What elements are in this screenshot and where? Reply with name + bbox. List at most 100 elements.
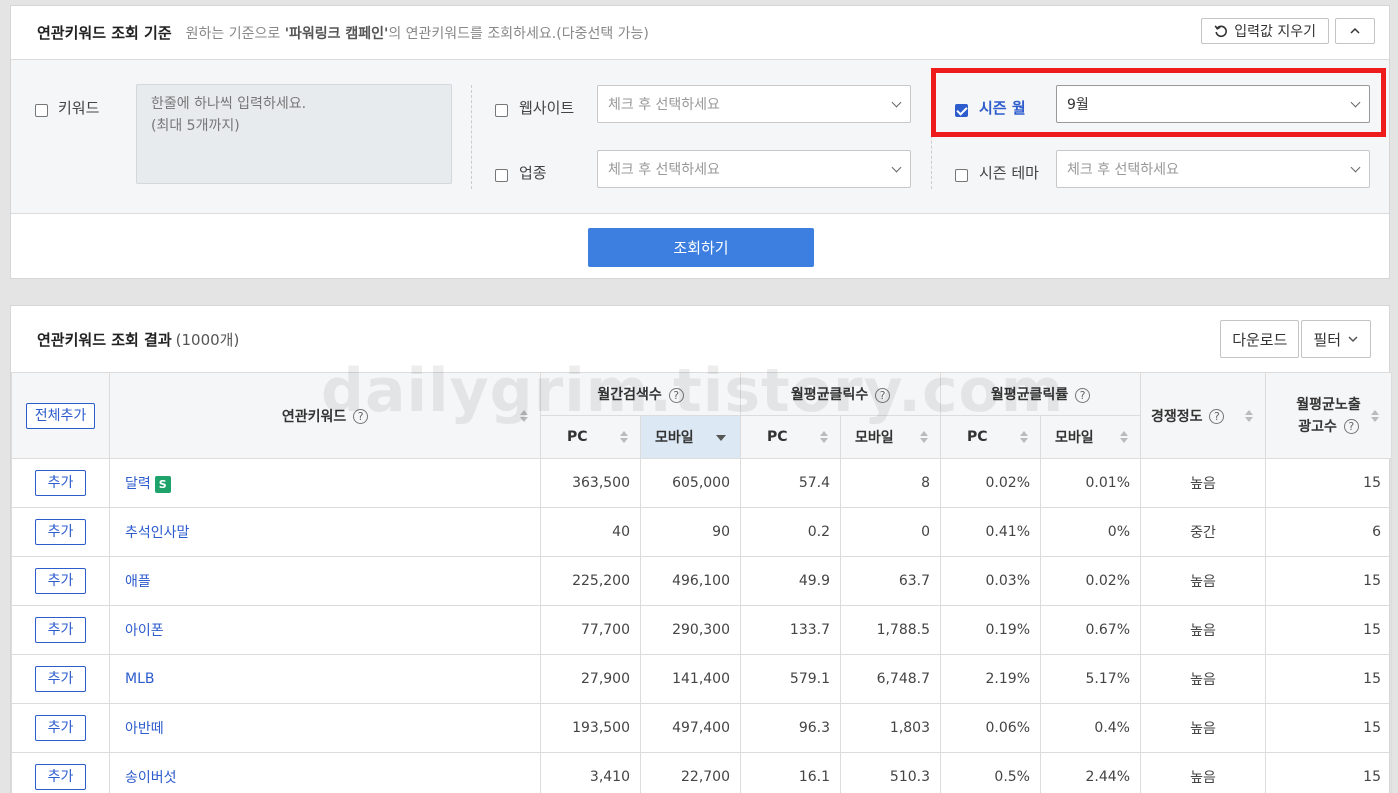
s-badge: S — [154, 475, 171, 493]
ctr-pc-cell: 0.02% — [940, 458, 1041, 508]
keyword-link[interactable]: 달력 — [125, 476, 151, 492]
clicks-pc-cell: 96.3 — [740, 703, 841, 753]
ctr-mobile-header[interactable]: 모바일 — [1040, 415, 1141, 459]
website-placeholder: 체크 후 선택하세요 — [608, 97, 720, 113]
collapse-button[interactable] — [1335, 18, 1375, 44]
keyword-link[interactable]: 아반떼 — [125, 721, 164, 737]
add-button[interactable]: 추가 — [35, 568, 86, 594]
chevron-up-icon — [1350, 27, 1360, 34]
search-pc-cell: 193,500 — [540, 703, 641, 753]
search-pc-label: PC — [567, 429, 588, 445]
sort-icon — [1371, 409, 1379, 422]
results-panel: 연관키워드 조회 결과 (1000개) 다운로드 필터 전체추가 연관키워드 ?… — [10, 305, 1392, 793]
keyword-cell: 아반떼 — [109, 703, 541, 753]
clicks-mobile-header[interactable]: 모바일 — [840, 415, 941, 459]
download-label: 다운로드 — [1232, 330, 1288, 349]
ctr-pc-cell: 0.06% — [940, 703, 1041, 753]
competition-cell: 높음 — [1140, 703, 1266, 753]
ctr-mobile-cell: 0.67% — [1040, 605, 1141, 655]
search-mobile-cell: 605,000 — [640, 458, 741, 508]
help-icon[interactable]: ? — [668, 387, 684, 403]
search-mobile-cell: 497,400 — [640, 703, 741, 753]
filter-button[interactable]: 필터 — [1301, 320, 1371, 358]
competition-cell: 높음 — [1140, 458, 1266, 508]
add-button[interactable]: 추가 — [35, 519, 86, 545]
competition-cell: 중간 — [1140, 507, 1266, 557]
ads-header[interactable]: 월평균노출 광고수 ? — [1265, 372, 1392, 459]
website-checkbox[interactable] — [495, 104, 508, 117]
industry-checkbox[interactable] — [495, 169, 508, 182]
ctr-pc-label: PC — [967, 429, 988, 445]
results-count: (1000개) — [175, 330, 240, 349]
sort-icon — [820, 431, 828, 443]
ctr-pc-header[interactable]: PC — [940, 415, 1041, 459]
ctr-mobile-label: 모바일 — [1055, 430, 1094, 446]
keyword-textarea[interactable]: 한줄에 하나씩 입력하세요. (최대 5개까지) — [136, 84, 452, 184]
monthly-ctr-label: 월평균클릭률 — [990, 387, 1069, 403]
ads-cell: 15 — [1265, 605, 1392, 655]
season-theme-select[interactable]: 체크 후 선택하세요 — [1056, 150, 1370, 188]
help-icon[interactable]: ? — [1209, 409, 1225, 424]
search-mobile-cell: 141,400 — [640, 654, 741, 704]
keyword-cell: 달력 S — [109, 458, 541, 508]
table-row: 추가 MLB 27,900 141,400 579.1 6,748.7 2.19% 5.17%… — [11, 654, 1392, 704]
industry-select[interactable]: 체크 후 선택하세요 — [597, 150, 911, 188]
help-icon[interactable]: ? — [875, 387, 891, 403]
help-icon[interactable]: ? — [353, 409, 369, 424]
add-button[interactable]: 추가 — [35, 715, 86, 741]
add-cell: 추가 — [11, 556, 110, 606]
industry-label: 업종 — [519, 164, 547, 182]
download-button[interactable]: 다운로드 — [1220, 320, 1300, 358]
sort-icon — [520, 409, 528, 422]
season-theme-checkbox[interactable] — [955, 169, 968, 182]
clicks-pc-cell: 133.7 — [740, 605, 841, 655]
monthly-search-label: 월간검색수 — [597, 387, 662, 403]
search-mobile-cell: 22,700 — [640, 752, 741, 793]
add-all-button[interactable]: 전체추가 — [25, 402, 96, 429]
sort-icon — [1245, 409, 1253, 422]
search-button[interactable]: 조회하기 — [588, 228, 814, 267]
add-button[interactable]: 추가 — [35, 470, 86, 496]
search-pc-header[interactable]: PC — [540, 415, 641, 459]
keyword-header[interactable]: 연관키워드 ? — [109, 372, 541, 459]
table-row: 추가 달력 S 363,500 605,000 57.4 8 0.02% 0.01% 높음 15 — [11, 458, 1392, 508]
keyword-checkbox[interactable] — [35, 104, 48, 117]
monthly-search-header: 월간검색수 ? — [540, 372, 741, 416]
ctr-mobile-cell: 0.01% — [1040, 458, 1141, 508]
chevron-down-icon — [891, 162, 902, 172]
keyword-link[interactable]: MLB — [125, 671, 154, 687]
chevron-down-icon — [1348, 336, 1358, 343]
help-icon[interactable]: ? — [1075, 387, 1091, 403]
clear-inputs-button[interactable]: 입력값 지우기 — [1201, 18, 1329, 44]
clicks-mobile-cell: 1,803 — [840, 703, 941, 753]
search-mobile-cell: 90 — [640, 507, 741, 557]
ads-cell: 15 — [1265, 703, 1392, 753]
sort-icon — [620, 431, 628, 443]
clicks-pc-cell: 57.4 — [740, 458, 841, 508]
keyword-link[interactable]: 애플 — [125, 574, 151, 590]
desc-suffix: 의 연관키워드를 조회하세요.(다중선택 가능) — [388, 25, 649, 42]
help-icon[interactable]: ? — [1343, 419, 1359, 434]
add-button[interactable]: 추가 — [35, 666, 86, 692]
keyword-link[interactable]: 아이폰 — [125, 623, 164, 639]
competition-header[interactable]: 경쟁정도 ? — [1140, 372, 1266, 459]
add-cell: 추가 — [11, 507, 110, 557]
add-cell: 추가 — [11, 605, 110, 655]
website-select[interactable]: 체크 후 선택하세요 — [597, 85, 911, 123]
search-mobile-cell: 290,300 — [640, 605, 741, 655]
competition-cell: 높음 — [1140, 654, 1266, 704]
search-pc-cell: 363,500 — [540, 458, 641, 508]
search-pc-cell: 40 — [540, 507, 641, 557]
keyword-link[interactable]: 송이버섯 — [125, 770, 177, 786]
criteria-header: 연관키워드 조회 기준 원하는 기준으로 '파워링크 캠페인'의 연관키워드를 … — [11, 6, 1389, 60]
ads-cell: 15 — [1265, 654, 1392, 704]
keyword-cell: 아이폰 — [109, 605, 541, 655]
keyword-cell: 애플 — [109, 556, 541, 606]
clicks-pc-cell: 0.2 — [740, 507, 841, 557]
search-pc-cell: 77,700 — [540, 605, 641, 655]
add-button[interactable]: 추가 — [35, 617, 86, 643]
clicks-pc-header[interactable]: PC — [740, 415, 841, 459]
keyword-link[interactable]: 추석인사말 — [125, 525, 189, 541]
search-mobile-header[interactable]: 모바일 — [640, 415, 741, 459]
add-button[interactable]: 추가 — [35, 764, 86, 790]
